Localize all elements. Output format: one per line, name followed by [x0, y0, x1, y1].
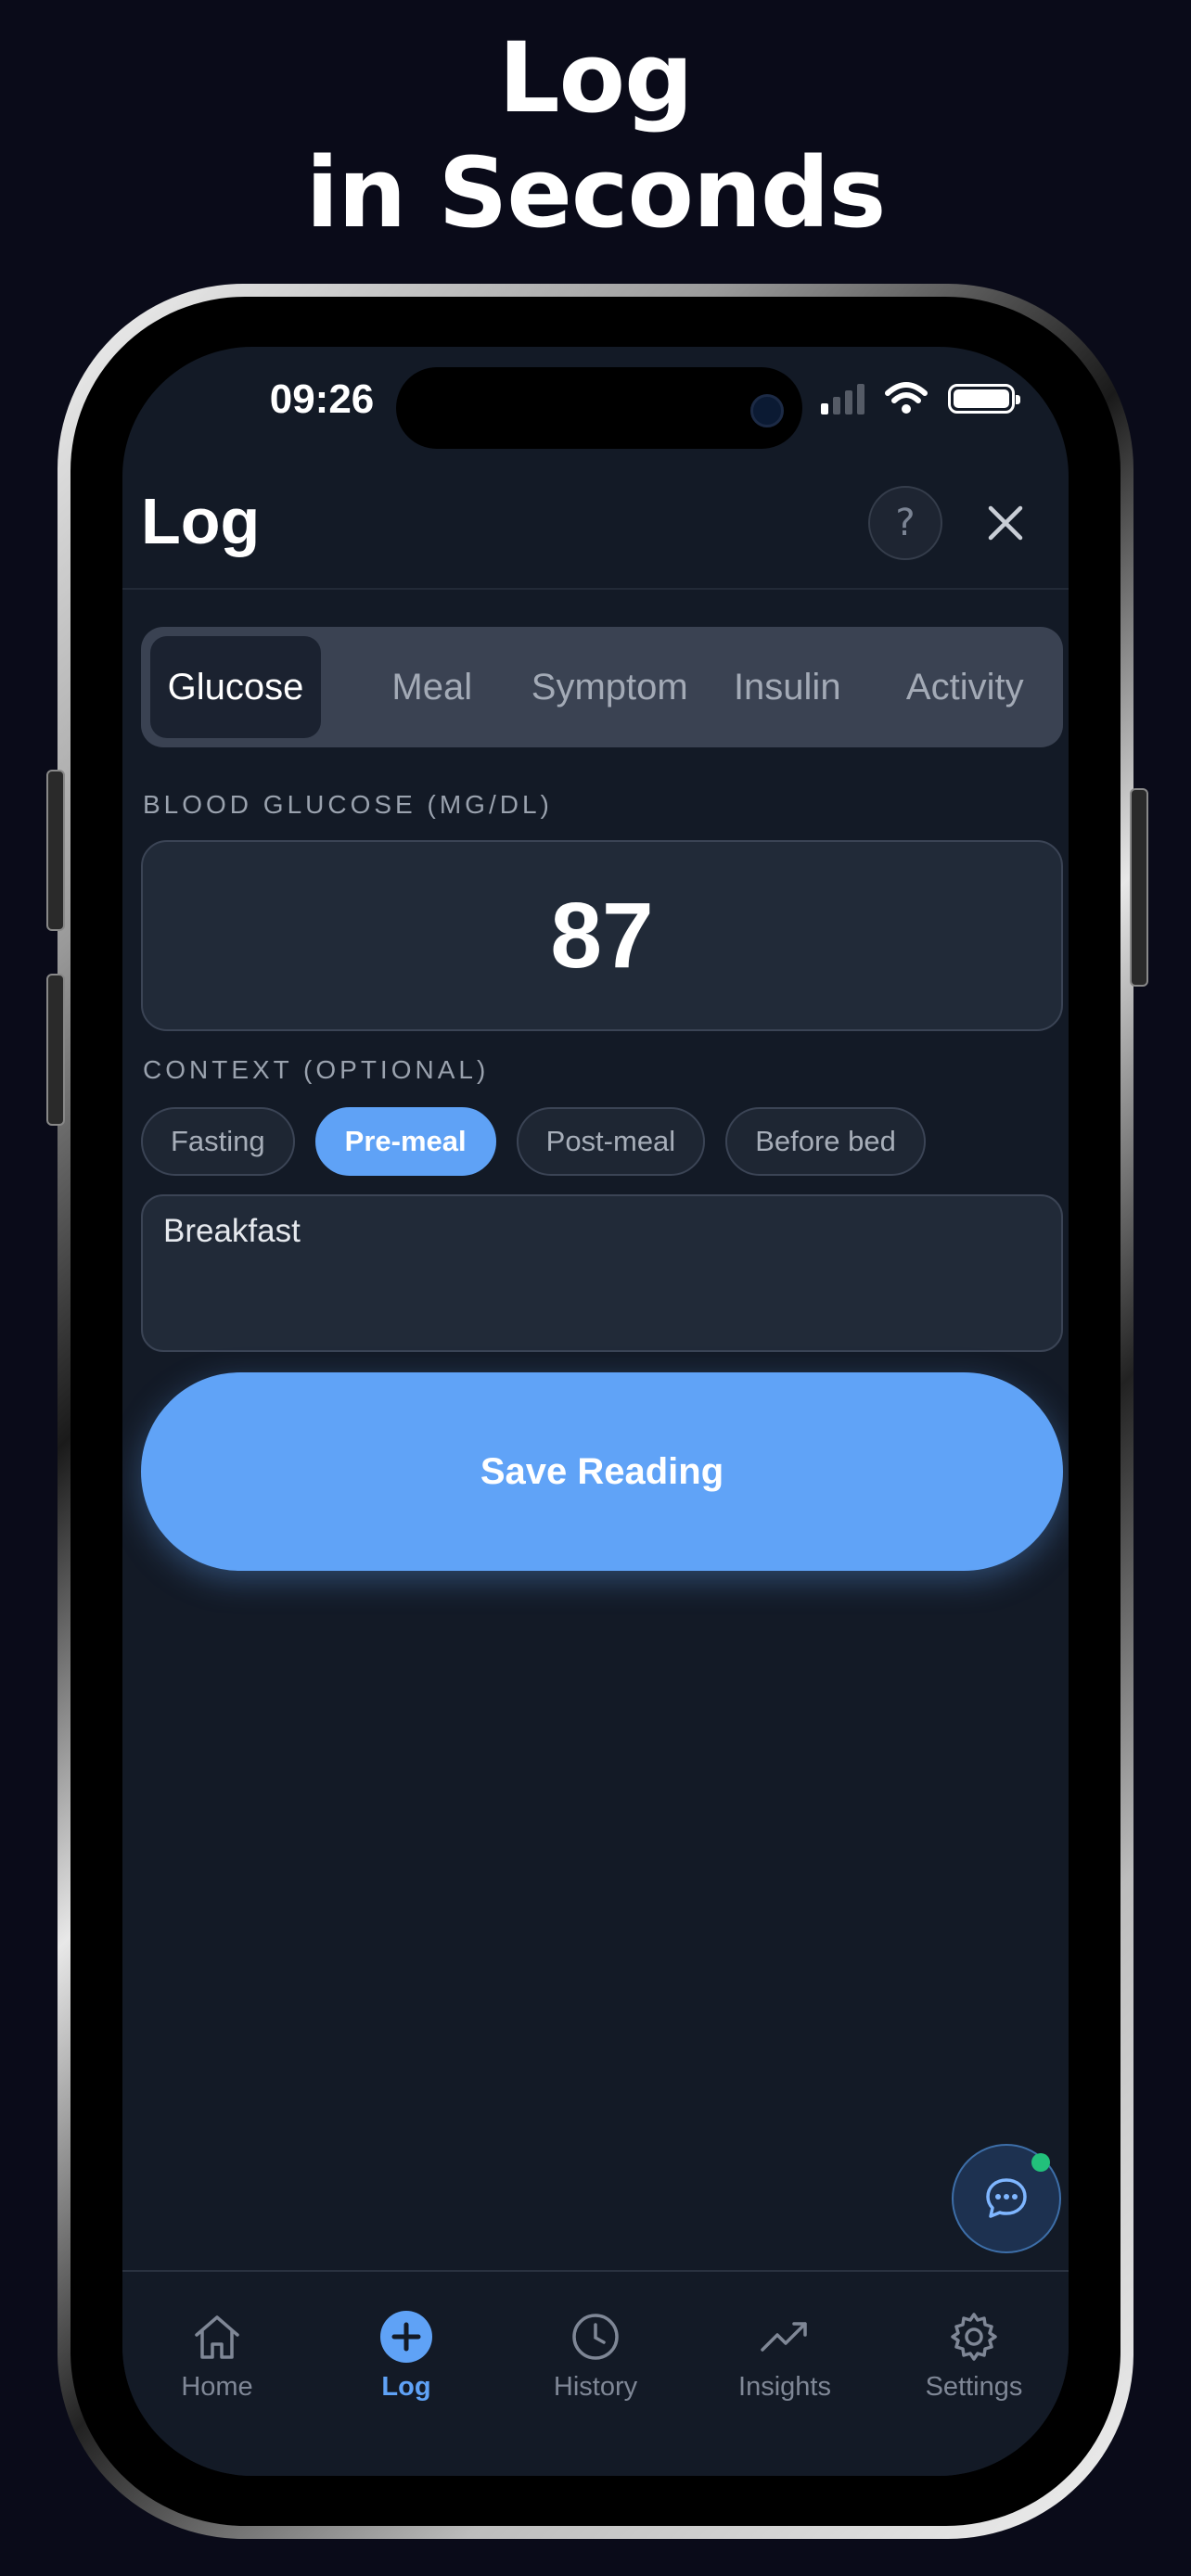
chip-fasting[interactable]: Fasting	[141, 1107, 295, 1176]
page-title: Log	[141, 485, 261, 557]
help-button[interactable]: ?	[868, 486, 942, 560]
wifi-icon	[885, 382, 928, 414]
signal-icon	[821, 383, 864, 414]
nav-label-history: History	[553, 2372, 638, 2402]
nav-item-settings[interactable]: Settings	[879, 2272, 1069, 2476]
battery-icon	[948, 384, 1020, 414]
headline-line-2: in Seconds	[305, 136, 887, 249]
context-chips: Fasting Pre-meal Post-meal Before bed	[141, 1107, 926, 1176]
context-label: CONTEXT (OPTIONAL)	[143, 1055, 490, 1084]
nav-label-settings: Settings	[925, 2372, 1023, 2402]
log-type-tabs: Glucose Meal Symptom Insulin Activity	[141, 627, 1063, 747]
chat-icon	[986, 2178, 1027, 2218]
nav-label-home: Home	[181, 2372, 253, 2402]
chip-post-meal[interactable]: Post-meal	[516, 1107, 706, 1176]
nav-item-history[interactable]: History	[501, 2272, 690, 2476]
home-icon	[195, 2315, 239, 2359]
gear-icon	[951, 2313, 997, 2361]
tab-glucose[interactable]: Glucose	[150, 636, 321, 738]
status-time: 09:26	[269, 376, 375, 422]
headline-line-1: Log	[498, 21, 693, 134]
tab-meal[interactable]: Meal	[343, 636, 521, 738]
tab-insulin[interactable]: Insulin	[698, 636, 877, 738]
status-icons	[821, 382, 1020, 415]
app-screen: 09:26 Log ? Glucose Meal Symptom Insulin…	[122, 347, 1069, 2476]
nav-label-insights: Insights	[738, 2372, 831, 2402]
glucose-input[interactable]: 87	[141, 840, 1063, 1031]
online-indicator	[1031, 2153, 1050, 2172]
nav-item-home[interactable]: Home	[122, 2272, 312, 2476]
bottom-nav: Home Log History Insights Settings	[122, 2272, 1069, 2476]
plus-circle-icon	[380, 2311, 432, 2363]
chat-button[interactable]	[952, 2144, 1061, 2253]
tab-activity[interactable]: Activity	[877, 636, 1055, 738]
camera-icon	[750, 394, 784, 427]
nav-item-insights[interactable]: Insights	[690, 2272, 879, 2476]
glucose-label: BLOOD GLUCOSE (MG/DL)	[143, 790, 553, 819]
dynamic-island	[396, 367, 802, 449]
trend-icon	[761, 2322, 807, 2352]
marketing-headline: Log in Seconds	[0, 20, 1191, 250]
side-button-volume	[46, 974, 65, 1126]
side-button-silent	[46, 770, 65, 931]
note-field[interactable]: Breakfast	[141, 1194, 1063, 1352]
save-reading-button[interactable]: Save Reading	[141, 1372, 1063, 1571]
header-divider	[122, 588, 1069, 590]
tab-symptom[interactable]: Symptom	[521, 636, 699, 738]
chip-before-bed[interactable]: Before bed	[725, 1107, 926, 1176]
chip-pre-meal[interactable]: Pre-meal	[314, 1107, 496, 1176]
nav-label-log: Log	[381, 2372, 431, 2402]
close-icon[interactable]	[976, 493, 1035, 553]
side-button-power	[1130, 788, 1148, 987]
clock-icon	[572, 2314, 619, 2360]
nav-item-log[interactable]: Log	[312, 2272, 501, 2476]
